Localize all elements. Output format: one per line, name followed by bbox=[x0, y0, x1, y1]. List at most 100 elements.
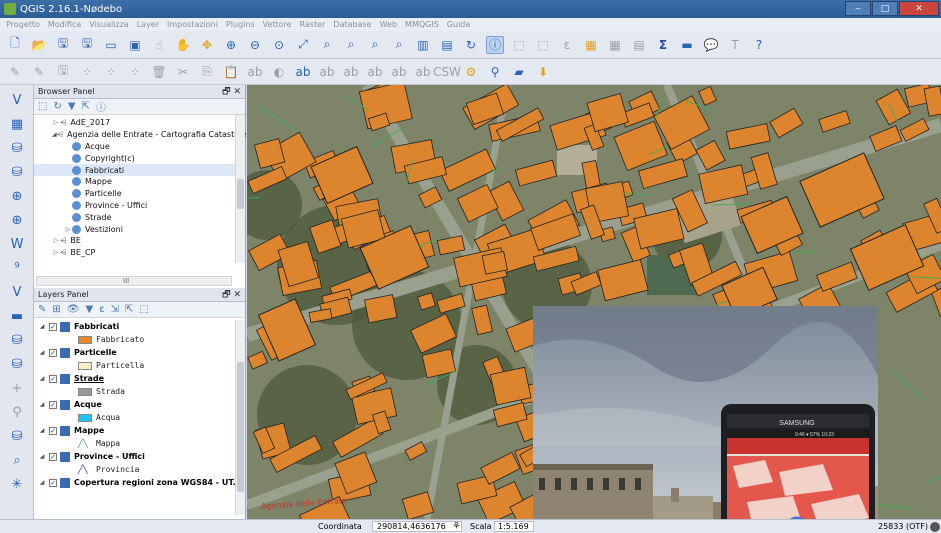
zoom-selection-icon[interactable]: ⌕ bbox=[318, 36, 336, 54]
collapse-arrow-icon[interactable]: ◢ bbox=[38, 323, 46, 330]
grass-icon[interactable]: ▰ bbox=[510, 63, 528, 81]
open-attribute-table-icon[interactable]: ▦ bbox=[582, 36, 600, 54]
minimize-button[interactable]: ‒ bbox=[845, 1, 871, 16]
expand-arrow-icon[interactable]: ▷ bbox=[52, 237, 60, 244]
layer-item[interactable]: ◢ ✓ Province - Uffici bbox=[34, 450, 245, 463]
expand-arrow-icon[interactable]: ▷ bbox=[52, 249, 60, 256]
zoom-full-icon[interactable]: ⤢ bbox=[294, 36, 312, 54]
new-spatialite-icon[interactable]: ⛁ bbox=[8, 331, 26, 349]
text-annotation-icon[interactable]: T bbox=[726, 36, 744, 54]
pan-to-selection-icon[interactable]: ✥ bbox=[198, 36, 216, 54]
print-composer-icon[interactable]: ▭ bbox=[102, 36, 120, 54]
move-feature-icon[interactable]: ⁘ bbox=[102, 63, 120, 81]
filter-icon[interactable]: ▼ bbox=[68, 101, 76, 112]
georeferencer-icon[interactable]: ⌕ bbox=[8, 451, 26, 469]
browser-item[interactable]: Mappe bbox=[34, 176, 245, 188]
layer-item[interactable]: ◢ ✓ Acque bbox=[34, 398, 245, 411]
add-wfs-layer-icon[interactable]: W bbox=[8, 235, 26, 253]
browser-item[interactable]: ▷ ⩤ AdE_2017 bbox=[34, 117, 245, 129]
collapse-arrow-icon[interactable]: ◢ bbox=[38, 427, 46, 434]
browser-vscroll[interactable] bbox=[235, 115, 245, 263]
layer-visibility-checkbox[interactable]: ✓ bbox=[49, 478, 57, 487]
new-gpx-icon[interactable]: ⛁ bbox=[8, 355, 26, 373]
toggle-editing-icon[interactable]: ✎ bbox=[30, 63, 48, 81]
coordinate-field[interactable]: 290814,4636176 bbox=[372, 521, 462, 532]
select-by-expression-icon[interactable]: ε bbox=[558, 36, 576, 54]
layer-diagram-icon[interactable]: ab bbox=[294, 63, 312, 81]
browser-item[interactable]: Particelle bbox=[34, 188, 245, 200]
add-raster-layer-icon[interactable]: ▦ bbox=[8, 115, 26, 133]
open-project-icon[interactable]: 📂 bbox=[30, 36, 48, 54]
zoom-last-icon[interactable]: ⌕ bbox=[366, 36, 384, 54]
menu-guida[interactable]: Guida bbox=[447, 20, 470, 29]
browser-item[interactable]: Copyright(c) bbox=[34, 152, 245, 164]
browser-item[interactable]: ◢ ⩤ Agenzia delle Entrate - Cartografia Ca… bbox=[34, 129, 246, 141]
new-project-icon[interactable]: 🗋 bbox=[6, 36, 24, 54]
layer-item[interactable]: ◢ ✓ Particelle bbox=[34, 346, 245, 359]
add-selected-icon[interactable]: ⬚ bbox=[38, 101, 47, 112]
browser-vscroll-thumb[interactable] bbox=[237, 179, 244, 209]
deselect-icon[interactable]: ⬚ bbox=[534, 36, 552, 54]
style-manager-icon[interactable]: ✎ bbox=[38, 304, 46, 315]
browser-item[interactable]: Strade bbox=[34, 211, 245, 223]
collapse-arrow-icon[interactable]: ◢ bbox=[38, 479, 46, 486]
layer-item[interactable]: ◢ ✓ Fabbricati bbox=[34, 320, 245, 333]
browser-item[interactable]: ▷ ⩤ BE_CP bbox=[34, 247, 245, 259]
layer-visibility-checkbox[interactable]: ✓ bbox=[49, 426, 57, 435]
menu-progetto[interactable]: Progetto bbox=[6, 20, 40, 29]
menu-raster[interactable]: Raster bbox=[300, 20, 326, 29]
help-icon[interactable]: ? bbox=[750, 36, 768, 54]
add-group-icon[interactable]: ⊞ bbox=[52, 304, 60, 315]
add-wcs-layer-icon[interactable]: ⊕ bbox=[8, 211, 26, 229]
layer-item[interactable]: ◢ ✓ Mappe bbox=[34, 424, 245, 437]
scale-field[interactable]: 1:5.169 bbox=[494, 521, 534, 532]
properties-icon[interactable]: ⓘ bbox=[96, 99, 106, 114]
refresh-icon[interactable]: ↻ bbox=[462, 36, 480, 54]
close-button[interactable]: ✕ bbox=[899, 1, 939, 16]
pin-labels-icon[interactable]: ab bbox=[318, 63, 336, 81]
toggle-extents-icon[interactable]: ⚘ bbox=[452, 521, 461, 532]
collapse-arrow-icon[interactable]: ◢ bbox=[38, 375, 46, 382]
menu-vettore[interactable]: Vettore bbox=[263, 20, 292, 29]
browser-panel-controls[interactable]: 🗗 ✕ bbox=[222, 84, 241, 100]
select-feature-icon[interactable]: ⬚ bbox=[510, 36, 528, 54]
add-virtual-layer-icon[interactable]: V bbox=[8, 283, 26, 301]
bookmarks-icon[interactable]: ▥ bbox=[414, 36, 432, 54]
layers-vscroll-thumb[interactable] bbox=[237, 362, 244, 492]
layer-visibility-checkbox[interactable]: ✓ bbox=[49, 374, 57, 383]
menu-plugins[interactable]: Plugins bbox=[226, 20, 255, 29]
crs-status[interactable]: 25833 (OTF) bbox=[878, 522, 928, 531]
layer-labeling-icon[interactable]: ◐ bbox=[270, 63, 288, 81]
zoom-out-icon[interactable]: ⊖ bbox=[246, 36, 264, 54]
maximize-button[interactable]: □ bbox=[872, 1, 898, 16]
rotate-label-icon[interactable]: ab bbox=[390, 63, 408, 81]
menu-mmqgis[interactable]: MMQGIS bbox=[405, 20, 439, 29]
zoom-layer-icon[interactable]: ⌕ bbox=[342, 36, 360, 54]
statistics-icon[interactable]: ▤ bbox=[630, 36, 648, 54]
measure-icon[interactable]: ▬ bbox=[678, 36, 696, 54]
browser-item[interactable]: Fabbricati bbox=[34, 164, 245, 176]
python-icon[interactable]: ⚙ bbox=[462, 63, 480, 81]
expand-all-icon[interactable]: ⇲ bbox=[111, 304, 119, 315]
visibility-icon[interactable]: 👁 bbox=[67, 304, 80, 315]
save-project-icon[interactable]: 🖫 bbox=[54, 36, 72, 54]
layer-visibility-checkbox[interactable]: ✓ bbox=[49, 400, 57, 409]
zoom-in-icon[interactable]: ⊕ bbox=[222, 36, 240, 54]
menu-impostazioni[interactable]: Impostazioni bbox=[167, 20, 218, 29]
browser-hscroll[interactable]: III bbox=[36, 276, 232, 286]
edit-pencil-icon[interactable]: ✎ bbox=[6, 63, 24, 81]
change-label-icon[interactable]: ab bbox=[414, 63, 432, 81]
layer-item[interactable]: ◢ ✓ Strade bbox=[34, 372, 245, 385]
node-tool-icon[interactable]: ⁘ bbox=[126, 63, 144, 81]
expand-arrow-icon[interactable]: ▷ bbox=[64, 226, 72, 233]
plugin-icon[interactable]: ⬇ bbox=[534, 63, 552, 81]
zoom-native-icon[interactable]: ⊙ bbox=[270, 36, 288, 54]
save-edits-icon[interactable]: 🖫 bbox=[54, 63, 72, 81]
map-tips-icon[interactable]: 💬 bbox=[702, 36, 720, 54]
zoom-next-icon[interactable]: ⌕ bbox=[390, 36, 408, 54]
move-label-icon[interactable]: ab bbox=[366, 63, 384, 81]
gps-icon[interactable]: ✳ bbox=[8, 475, 26, 493]
cut-features-icon[interactable]: ✂ bbox=[174, 63, 192, 81]
layer-visibility-checkbox[interactable]: ✓ bbox=[49, 322, 57, 331]
offset-curve-icon[interactable]: ⚲ bbox=[8, 403, 26, 421]
